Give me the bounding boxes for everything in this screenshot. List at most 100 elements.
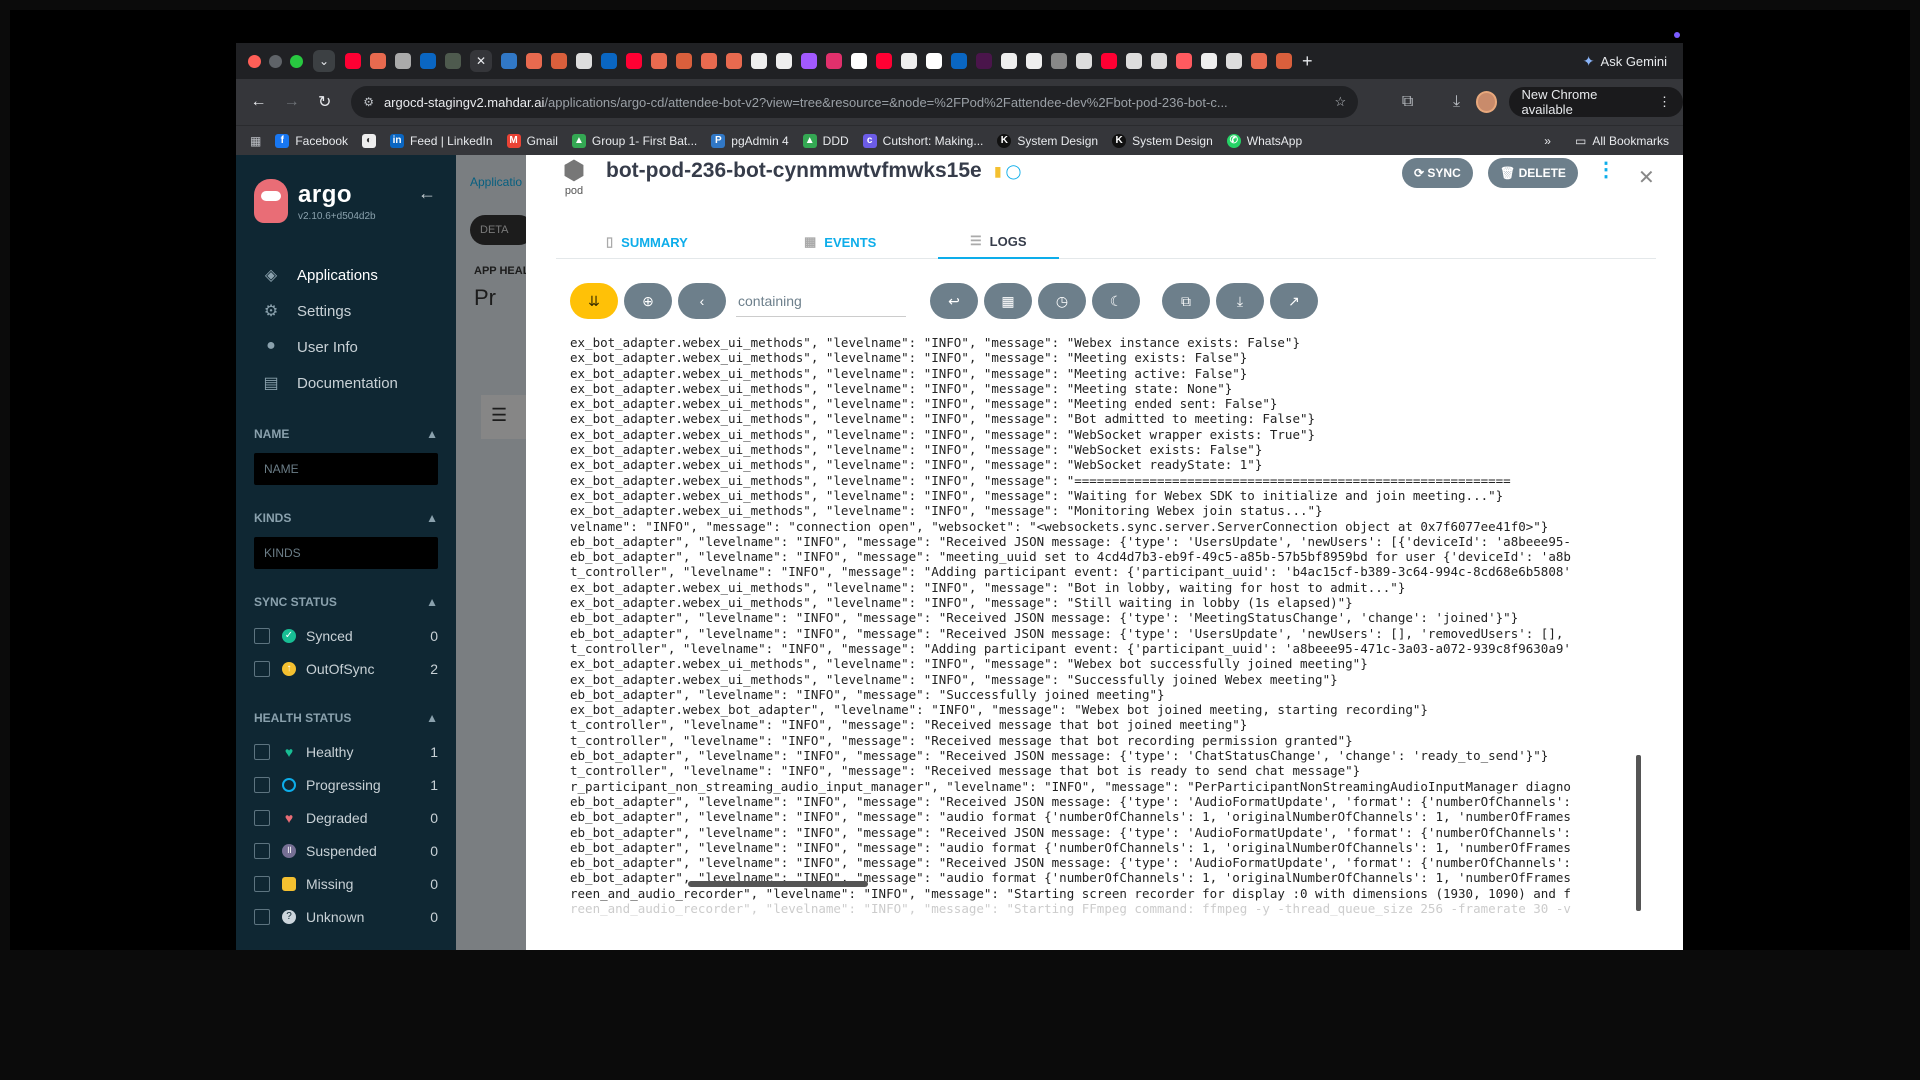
- health-filter-unknown[interactable]: ? Unknown 0: [236, 900, 456, 933]
- checkbox[interactable]: [254, 743, 270, 760]
- youtube-tab-icon[interactable]: [1101, 53, 1117, 69]
- tab-favicon[interactable]: [1276, 53, 1292, 69]
- download-arrow-icon[interactable]: ⊕: [624, 283, 672, 319]
- back-arrow-icon[interactable]: ←: [242, 93, 275, 111]
- slack-tab-icon[interactable]: [976, 53, 992, 69]
- sidebar-item-applications[interactable]: ◈ Applications: [236, 257, 456, 293]
- tab-summary[interactable]: ▯ SUMMARY: [606, 225, 688, 259]
- sync-filter-synced[interactable]: ✓ Synced 0: [236, 619, 456, 652]
- checkbox[interactable]: [254, 908, 270, 925]
- linkedin-tab-icon[interactable]: [601, 53, 617, 69]
- delete-button[interactable]: 🗑︎ DELETE: [1488, 158, 1578, 188]
- tab-favicon[interactable]: [1251, 53, 1267, 69]
- linkedin-tab-icon[interactable]: [951, 53, 967, 69]
- github-tab-icon[interactable]: [751, 53, 767, 69]
- github-tab-icon[interactable]: [1201, 53, 1217, 69]
- chatgpt-tab-icon[interactable]: [576, 53, 592, 69]
- tab-search-chevron-icon[interactable]: ⌄: [313, 50, 335, 72]
- tab-favicon[interactable]: [651, 53, 667, 69]
- checkbox[interactable]: [254, 627, 270, 644]
- sidebar-item-settings[interactable]: ⚙ Settings: [236, 293, 456, 329]
- pgadmin-tab-icon[interactable]: [501, 53, 517, 69]
- tab-events[interactable]: ▦ EVENTS: [804, 225, 876, 259]
- google-tab-icon[interactable]: [851, 53, 867, 69]
- new-chrome-available-button[interactable]: New Chrome available ⋮: [1509, 87, 1683, 117]
- github-tab-icon[interactable]: [1026, 53, 1042, 69]
- bookmark-star-icon[interactable]: ☆: [1335, 94, 1347, 110]
- name-filter-input[interactable]: NAME: [254, 453, 438, 485]
- kinds-filter-title[interactable]: KINDS ▲: [236, 511, 456, 525]
- download-icon[interactable]: ⤓: [1216, 283, 1264, 319]
- bookmark-pgadmin[interactable]: PpgAdmin 4: [711, 133, 789, 148]
- profile-avatar[interactable]: [1475, 91, 1498, 113]
- bookmark-system-design-2[interactable]: K System Design: [1112, 133, 1213, 148]
- copy-icon[interactable]: ⧉: [1162, 283, 1210, 319]
- forward-arrow-icon[interactable]: →: [275, 93, 308, 111]
- log-filter-input[interactable]: containing: [736, 287, 906, 317]
- youtube-tab-icon[interactable]: [626, 53, 642, 69]
- github-tab-icon[interactable]: [1001, 53, 1017, 69]
- tab-favicon[interactable]: [526, 53, 542, 69]
- youtube-tab-icon[interactable]: [345, 53, 361, 69]
- github-tab-icon[interactable]: [776, 53, 792, 69]
- kinds-filter-input[interactable]: KINDS: [254, 537, 438, 569]
- instagram-tab-icon[interactable]: [826, 53, 842, 69]
- bookmark-cutshort[interactable]: c Cutshort: Making...: [862, 133, 983, 148]
- google-tab-icon[interactable]: [926, 53, 942, 69]
- chatgpt-tab-icon[interactable]: [1126, 53, 1142, 69]
- sync-status-title[interactable]: SYNC STATUS ▲: [236, 595, 456, 609]
- tab-favicon[interactable]: [370, 53, 386, 69]
- health-filter-degraded[interactable]: ♥ Degraded 0: [236, 801, 456, 834]
- name-filter-title[interactable]: NAME ▲: [236, 427, 456, 441]
- site-settings-icon[interactable]: ⚙: [363, 95, 374, 109]
- bookmark-gmail[interactable]: M Gmail: [506, 133, 558, 148]
- health-filter-suspended[interactable]: ॥ Suspended 0: [236, 834, 456, 867]
- new-tab-icon[interactable]: +: [1302, 51, 1313, 72]
- more-actions-icon[interactable]: ⋮: [1596, 157, 1616, 182]
- download-icon[interactable]: ⤓: [1437, 93, 1476, 111]
- sidebar-item-user-info[interactable]: ● User Info: [236, 329, 456, 365]
- bookmark-facebook[interactable]: f Facebook: [275, 133, 348, 148]
- tab-favicon[interactable]: [445, 53, 461, 69]
- linkedin-tab-icon[interactable]: [420, 53, 436, 69]
- more-bookmarks-icon[interactable]: »: [1544, 134, 1551, 148]
- health-filter-missing[interactable]: Missing 0: [236, 867, 456, 900]
- minimize-window-button[interactable]: [269, 54, 282, 68]
- tab-favicon[interactable]: [395, 53, 411, 69]
- sync-button[interactable]: ⟳ SYNC: [1402, 158, 1473, 188]
- checkbox[interactable]: [254, 842, 270, 859]
- bookmark-linkedin[interactable]: in Feed | LinkedIn: [390, 133, 493, 148]
- close-window-button[interactable]: [248, 54, 261, 68]
- log-vertical-scrollbar[interactable]: [1636, 755, 1641, 911]
- checkbox[interactable]: [254, 875, 270, 892]
- collapse-sidebar-icon[interactable]: ←: [418, 183, 436, 204]
- apps-grid-icon[interactable]: ▦: [250, 134, 261, 148]
- health-status-title[interactable]: HEALTH STATUS ▲: [236, 711, 456, 725]
- tab-favicon[interactable]: [801, 53, 817, 69]
- bookmark-whatsapp[interactable]: ✆ WhatsApp: [1226, 133, 1302, 148]
- checkbox[interactable]: [254, 660, 270, 677]
- wrap-lines-icon[interactable]: ↩: [930, 283, 978, 319]
- log-horizontal-scrollbar[interactable]: [688, 881, 868, 887]
- tab-logs[interactable]: ☰ LOGS: [938, 225, 1059, 259]
- tab-favicon[interactable]: [1051, 53, 1067, 69]
- external-link-icon[interactable]: ↗: [1270, 283, 1318, 319]
- tab-favicon[interactable]: [1176, 53, 1192, 69]
- tab-favicon[interactable]: [1151, 53, 1167, 69]
- health-filter-healthy[interactable]: ♥ Healthy 1: [236, 735, 456, 768]
- checkbox[interactable]: [254, 809, 270, 826]
- bookmark-system-design-1[interactable]: K System Design: [997, 133, 1098, 148]
- bookmark-group[interactable]: ▲ Group 1- First Bat...: [571, 133, 697, 148]
- sync-filter-outofsync[interactable]: ↑ OutOfSync 2: [236, 652, 456, 685]
- youtube-tab-icon[interactable]: [876, 53, 892, 69]
- zoom-window-button[interactable]: [290, 54, 303, 68]
- tab-favicon[interactable]: [551, 53, 567, 69]
- all-bookmarks-button[interactable]: ▭ All Bookmarks: [1575, 134, 1669, 148]
- dark-mode-icon[interactable]: ☾: [1092, 283, 1140, 319]
- tab-favicon[interactable]: [1076, 53, 1092, 69]
- bookmark-ddd[interactable]: ▲ DDD: [802, 133, 849, 148]
- github-tab-icon[interactable]: [901, 53, 917, 69]
- close-icon[interactable]: ✕: [1638, 165, 1655, 190]
- ask-gemini-button[interactable]: ✦ Ask Gemini: [1583, 53, 1667, 70]
- log-viewer[interactable]: ex_bot_adapter.webex_ui_methods", "level…: [570, 335, 1641, 917]
